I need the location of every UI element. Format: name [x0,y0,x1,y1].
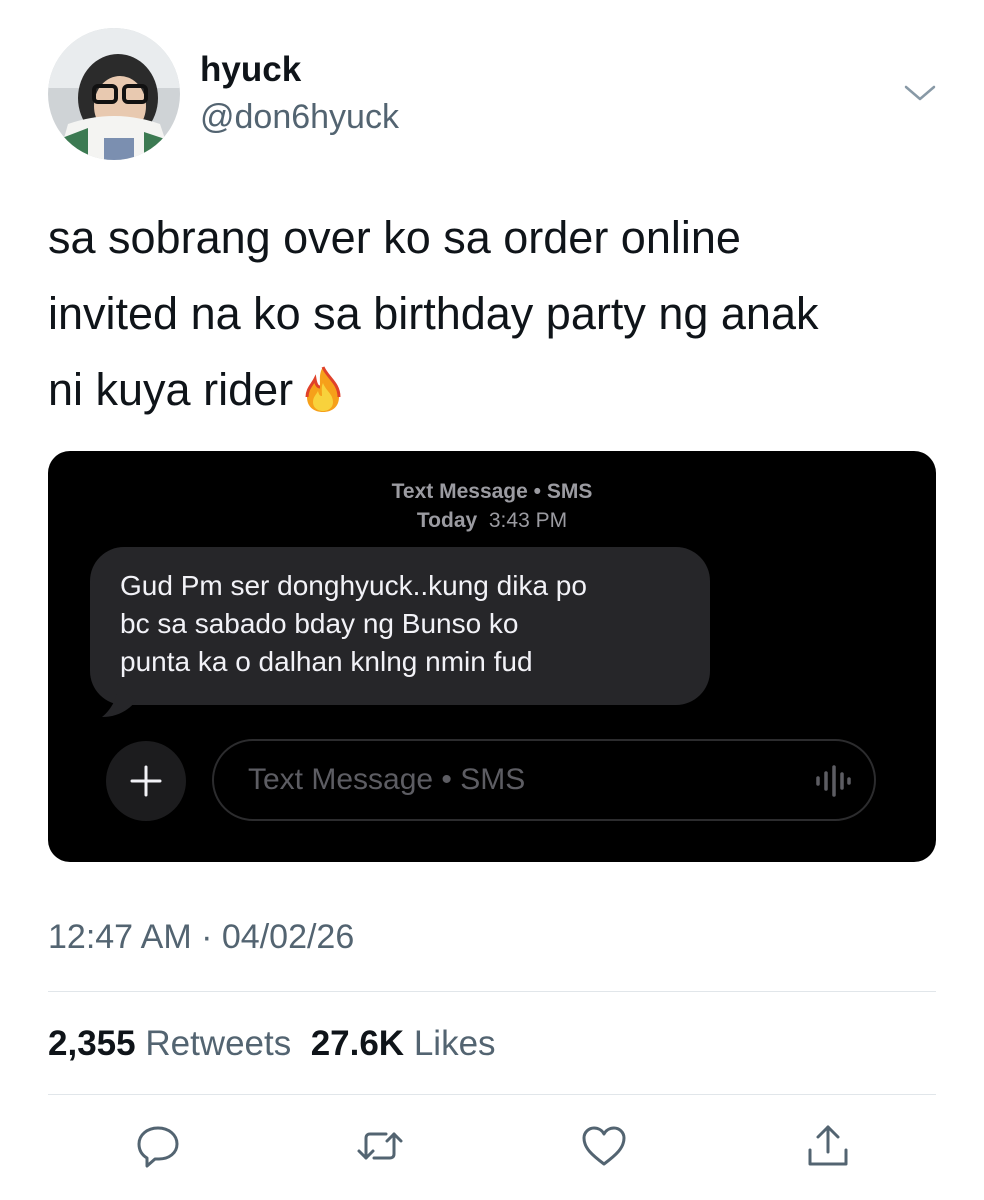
tweet-timestamp[interactable]: 12:47 AM · 04/02/26 [48,918,354,957]
user-handle[interactable]: @don6hyuck [200,98,399,137]
message-line: punta ka o dalhan knlng nmin fud [120,646,533,677]
sms-time: 3:43 PM [488,509,568,532]
tweet-stats: 2,355 Retweets 27.6K Likes [48,1024,496,1064]
tweet-time: 12:47 AM [48,918,192,956]
heart-icon[interactable] [580,1122,628,1170]
plus-icon [130,765,162,797]
tweet-line: ni kuya rider [48,352,948,428]
reply-icon[interactable] [134,1122,182,1170]
message-text: Gud Pm ser donghyuck..kung dika po bc sa… [120,567,700,681]
fire-emoji-icon [305,366,341,412]
likes-count: 27.6K [310,1024,405,1063]
divider [48,1094,936,1095]
avatar-image [48,28,180,160]
avatar[interactable] [48,28,180,160]
tweet-date: 04/02/26 [221,918,355,956]
retweets-label: Retweets [145,1024,292,1063]
tweet-line: invited na ko sa birthday party ng anak [48,288,819,339]
sms-screenshot[interactable]: Text Message • SMS Today 3:43 PM Gud Pm … [48,451,936,862]
audio-wave-icon[interactable] [812,763,852,799]
sms-header: Text Message • SMS Today 3:43 PM [48,477,936,535]
retweets-count: 2,355 [48,1024,136,1063]
likes-label: Likes [413,1024,496,1063]
timestamp-separator: · [201,918,213,956]
retweet-icon[interactable] [356,1122,404,1170]
message-line: bc sa sabado bday ng Bunso ko [120,608,519,639]
add-attachment-button[interactable] [106,741,186,821]
sms-service-label: Text Message • SMS [391,480,593,503]
retweets-stat[interactable]: 2,355 Retweets [48,1024,291,1063]
sms-date-line: Today 3:43 PM [48,506,936,535]
message-line: Gud Pm ser donghyuck..kung dika po [120,570,587,601]
sms-day: Today [416,509,478,532]
display-name[interactable]: hyuck [200,50,301,90]
chevron-down-icon[interactable] [902,78,938,108]
tweet-text: sa sobrang over ko sa order online invit… [48,200,948,428]
likes-stat[interactable]: 27.6K Likes [311,1024,496,1063]
share-icon[interactable] [804,1122,852,1170]
message-input-placeholder: Text Message • SMS [248,763,526,796]
divider [48,991,936,992]
tweet-line: sa sobrang over ko sa order online [48,212,741,263]
bubble-tail [102,683,136,717]
